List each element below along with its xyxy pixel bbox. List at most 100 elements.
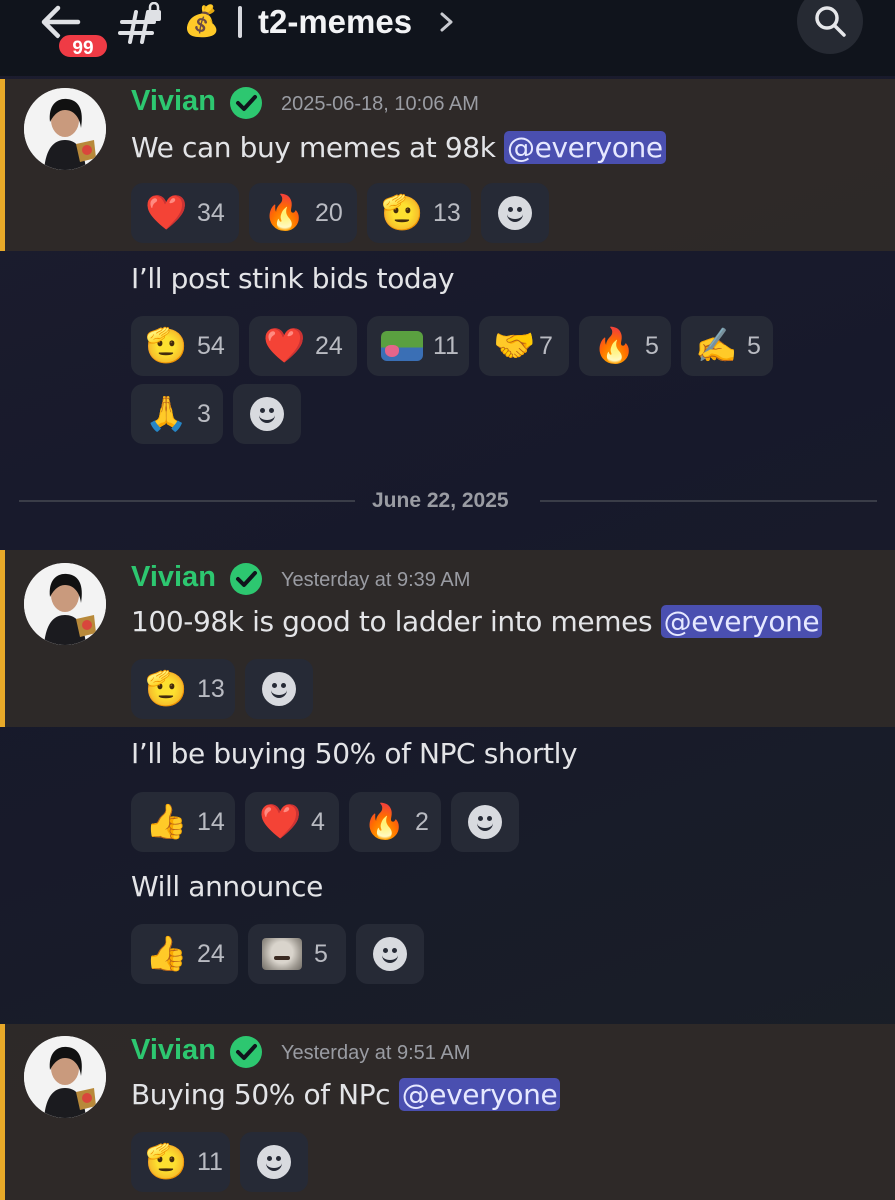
red-heart-icon: ❤️ (263, 326, 306, 366)
date-divider: June 22, 2025 (372, 489, 509, 512)
writing-hand-icon: ✍️ (695, 326, 738, 366)
add-reaction-button[interactable] (356, 924, 424, 984)
chevron-right-icon[interactable] (437, 10, 457, 34)
reaction-heart[interactable]: ❤️ 24 (249, 316, 357, 376)
date-divider-line (540, 500, 877, 502)
reaction-thumbs-up[interactable]: 👍 14 (131, 792, 235, 852)
add-reaction-button[interactable] (451, 792, 519, 852)
reaction-thumbs-up[interactable]: 👍 24 (131, 924, 238, 984)
channel-header: 99 💰 t2-memes (0, 0, 895, 76)
reaction-heart[interactable]: ❤️ 34 (131, 183, 239, 243)
reaction-count: 5 (645, 331, 659, 360)
mention-everyone[interactable]: @everyone (398, 1078, 561, 1111)
reaction-count: 14 (197, 807, 225, 836)
message-text: Will announce (131, 870, 324, 903)
header-separator (238, 6, 242, 38)
thumbs-up-icon: 👍 (145, 802, 188, 842)
add-reaction-icon (257, 1145, 291, 1179)
username[interactable]: Vivian (131, 85, 216, 118)
message-group: Vivian Yesterday at 9:39 AM 100-98k is g… (0, 550, 895, 727)
add-reaction-icon (498, 196, 532, 230)
reaction-count: 3 (197, 399, 211, 428)
reaction-fire[interactable]: 🔥 2 (349, 792, 441, 852)
message-text-body: We can buy memes at 98k (131, 131, 505, 164)
message-text: I’ll be buying 50% of NPC shortly (131, 737, 578, 770)
add-reaction-icon (468, 805, 502, 839)
search-icon (815, 6, 846, 37)
add-reaction-button[interactable] (481, 183, 549, 243)
reaction-cat[interactable]: 5 (248, 924, 346, 984)
mention-everyone[interactable]: @everyone (504, 131, 666, 164)
avatar[interactable] (24, 88, 106, 170)
reaction-count: 4 (311, 807, 325, 836)
red-heart-icon: ❤️ (259, 802, 302, 842)
channel-name[interactable]: t2-memes (258, 0, 412, 44)
message-text-body: 100-98k is good to ladder into memes (131, 605, 661, 638)
reaction-count: 34 (197, 198, 225, 227)
reaction-salute[interactable]: 🫡 11 (131, 1132, 230, 1192)
add-reaction-icon (262, 672, 296, 706)
pepe-custom-emoji-icon (381, 331, 423, 361)
salute-icon: 🫡 (145, 326, 188, 366)
add-reaction-button[interactable] (233, 384, 301, 444)
search-button[interactable] (797, 0, 863, 54)
reaction-count: 13 (433, 198, 461, 227)
message-text: I’ll post stink bids today (131, 262, 455, 295)
avatar[interactable] (24, 563, 106, 645)
avatar[interactable] (24, 1036, 106, 1118)
add-reaction-button[interactable] (240, 1132, 308, 1192)
fire-icon: 🔥 (363, 802, 406, 842)
reaction-count: 24 (315, 331, 343, 360)
reaction-pepe[interactable]: 11 (367, 316, 469, 376)
reaction-count: 2 (415, 807, 429, 836)
message-text: Buying 50% of NPc @everyone (131, 1078, 561, 1111)
timestamp: Yesterday at 9:51 AM (281, 1042, 471, 1064)
reaction-count: 13 (197, 674, 225, 703)
locked-channel-hash-icon (116, 1, 166, 46)
reaction-count: 11 (433, 331, 459, 360)
salute-icon: 🫡 (381, 193, 424, 233)
folded-hands-icon: 🙏 (145, 394, 188, 434)
reaction-salute[interactable]: 🫡 13 (131, 659, 235, 719)
message-group: Vivian Yesterday at 9:51 AM Buying 50% o… (0, 1024, 895, 1200)
fire-icon: 🔥 (593, 326, 636, 366)
thumbs-up-icon: 👍 (145, 934, 188, 974)
reaction-fire[interactable]: 🔥 20 (249, 183, 357, 243)
add-reaction-button[interactable] (245, 659, 313, 719)
unread-badge: 99 (56, 32, 110, 60)
verified-check-icon (229, 86, 263, 120)
username[interactable]: Vivian (131, 561, 216, 594)
date-divider-line (19, 500, 355, 502)
reaction-heart[interactable]: ❤️ 4 (245, 792, 339, 852)
salute-icon: 🫡 (145, 669, 188, 709)
reaction-count: 54 (197, 331, 225, 360)
add-reaction-icon (250, 397, 284, 431)
fire-icon: 🔥 (263, 193, 306, 233)
message-text-body: Buying 50% of NPc (131, 1078, 399, 1111)
reaction-count: 5 (747, 331, 761, 360)
timestamp: Yesterday at 9:39 AM (281, 569, 471, 591)
add-reaction-icon (373, 937, 407, 971)
reaction-pray[interactable]: 🙏 3 (131, 384, 223, 444)
reaction-fire[interactable]: 🔥 5 (579, 316, 671, 376)
handshake-icon: 🤝 (493, 326, 536, 366)
verified-check-icon (229, 1035, 263, 1069)
reaction-count: 11 (197, 1147, 223, 1176)
mention-everyone[interactable]: @everyone (660, 605, 823, 638)
reaction-handshake[interactable]: 🤝 7 (479, 316, 569, 376)
reaction-count: 20 (315, 198, 343, 227)
salute-icon: 🫡 (145, 1142, 188, 1182)
verified-check-icon (229, 562, 263, 596)
username[interactable]: Vivian (131, 1034, 216, 1067)
reaction-salute[interactable]: 🫡 54 (131, 316, 239, 376)
red-heart-icon: ❤️ (145, 193, 188, 233)
reaction-writing-hand[interactable]: ✍️ 5 (681, 316, 773, 376)
timestamp: 2025-06-18, 10:06 AM (281, 93, 479, 115)
reaction-salute[interactable]: 🫡 13 (367, 183, 471, 243)
message-text: 100-98k is good to ladder into memes @ev… (131, 605, 823, 638)
reaction-count: 5 (314, 939, 328, 968)
cat-custom-emoji-icon (262, 938, 302, 970)
channel-emoji: 💰 (183, 4, 221, 39)
message-text: We can buy memes at 98k @everyone (131, 131, 666, 164)
message-group: Vivian 2025-06-18, 10:06 AM We can buy m… (0, 79, 895, 251)
